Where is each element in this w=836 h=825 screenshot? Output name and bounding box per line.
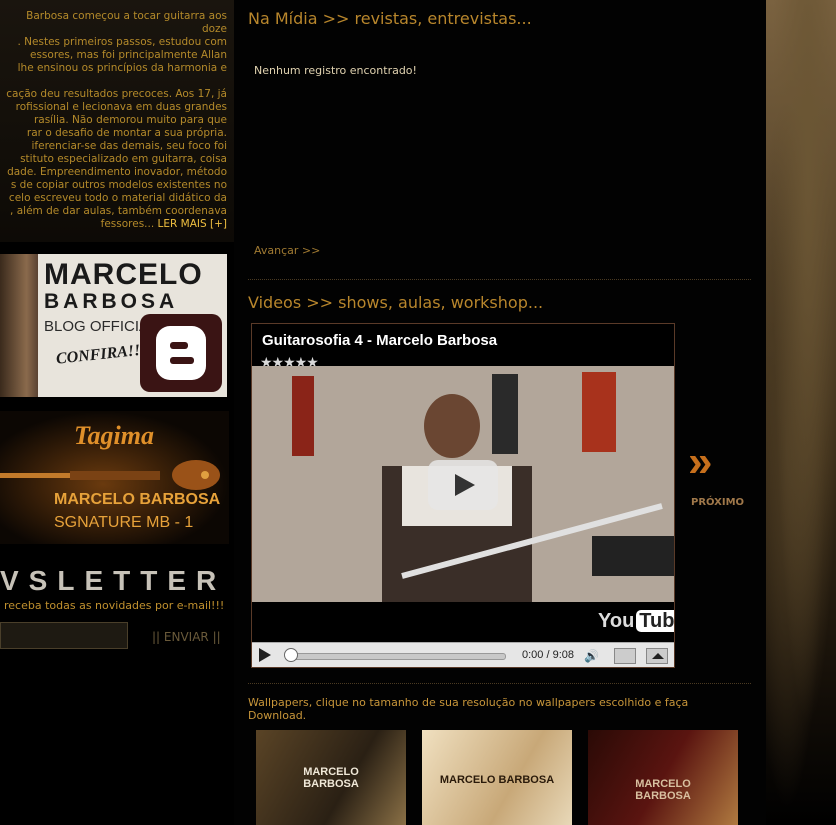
blog-banner-first-name: MARCELO xyxy=(44,258,203,291)
wallpaper-thumbnail[interactable]: MARCELO BARBOSA xyxy=(422,730,572,825)
play-overlay-button[interactable] xyxy=(428,460,498,510)
tagima-banner[interactable]: Tagima MARCELO BARBOSA SGNATURE MB - 1 xyxy=(0,411,229,544)
media-empty-message: Nenhum registro encontrado! xyxy=(254,64,417,77)
section-divider xyxy=(248,279,751,280)
youtube-you: You xyxy=(598,610,635,632)
seek-bar[interactable] xyxy=(288,653,506,660)
section-divider xyxy=(248,683,751,684)
newsletter-subtitle: receba todas as novidades por e-mail!!! xyxy=(4,599,225,612)
wallpaper-title: MARCELO BARBOSA xyxy=(439,774,555,786)
newsletter-send-button[interactable]: || ENVIAR || xyxy=(152,630,221,644)
tagima-logo: Tagima xyxy=(74,421,154,450)
wallpaper-title: MARCELO BARBOSA xyxy=(303,766,359,790)
wallpapers-description: Wallpapers, clique no tamanho de sua res… xyxy=(248,696,689,722)
newsletter-email-input[interactable] xyxy=(0,622,128,649)
wallpaper-thumbnail[interactable]: MARCELO BARBOSA xyxy=(588,730,738,825)
video-title[interactable]: Guitarosofia 4 - Marcelo Barbosa xyxy=(262,332,497,349)
video-frame[interactable] xyxy=(252,366,674,602)
blog-banner[interactable]: MARCELO BARBOSA BLOG OFFICIAL CONFIRA!!! xyxy=(0,254,227,397)
play-icon[interactable] xyxy=(259,648,271,662)
blogger-b-shape xyxy=(156,326,206,380)
next-video-label: PRÓXIMO xyxy=(691,497,745,508)
youtube-logo[interactable]: YouTube xyxy=(598,610,674,633)
youtube-tube: Tube xyxy=(636,610,674,632)
wallpaper-thumbnail[interactable]: MARCELO BARBOSA xyxy=(256,730,406,825)
blogger-icon xyxy=(140,314,222,392)
videos-section-title: Videos >> shows, aulas, workshop... xyxy=(248,293,544,312)
background-texture xyxy=(766,0,836,825)
tagima-artist-name: MARCELO BARBOSA xyxy=(54,491,221,508)
video-player[interactable]: Guitarosofia 4 - Marcelo Barbosa ★★★★★ Y… xyxy=(251,323,675,668)
seek-knob[interactable] xyxy=(284,648,298,662)
bio-text: Barbosa começou a tocar guitarra aos doz… xyxy=(0,10,227,231)
tagima-signature-model: SGNATURE MB - 1 xyxy=(54,514,194,531)
blogger-b-bar xyxy=(170,357,194,364)
media-section-title: Na Mídia >> revistas, entrevistas... xyxy=(248,9,532,28)
volume-icon[interactable]: 🔊 xyxy=(584,649,599,663)
chevron-right-icon: » xyxy=(688,437,713,486)
blog-banner-cta: CONFIRA!!! xyxy=(55,341,148,368)
newsletter-title: VSLETTER xyxy=(0,565,227,596)
blog-banner-last-name: BARBOSA xyxy=(44,290,179,313)
guitar-image xyxy=(0,460,220,490)
wallpaper-title: MARCELO BARBOSA xyxy=(635,778,691,802)
media-next-link[interactable]: Avançar >> xyxy=(254,244,320,257)
player-size-icon[interactable] xyxy=(614,648,636,664)
fullscreen-arrow xyxy=(652,653,664,659)
artist-photo xyxy=(0,254,38,397)
bio-body: Barbosa começou a tocar guitarra aos doz… xyxy=(6,10,227,230)
read-more-link[interactable]: LER MAIS [+] xyxy=(158,218,227,230)
player-controls: 0:00 / 9:08 🔊 xyxy=(252,642,674,667)
next-video-button[interactable]: » PRÓXIMO xyxy=(688,437,744,510)
fullscreen-icon[interactable] xyxy=(646,648,668,664)
blogger-b-bar xyxy=(170,342,188,349)
time-display: 0:00 / 9:08 xyxy=(522,649,574,661)
play-icon xyxy=(455,474,475,496)
